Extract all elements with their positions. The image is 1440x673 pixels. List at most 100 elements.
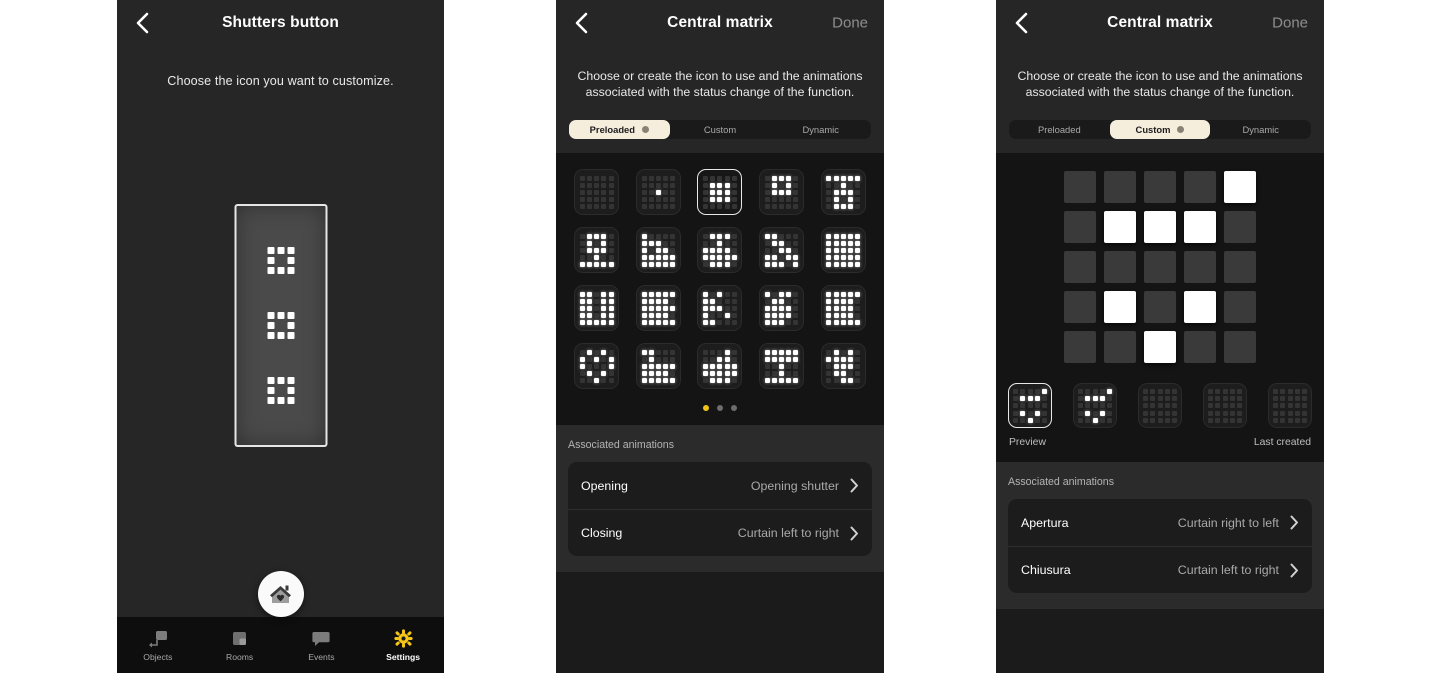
icon-led <box>840 291 846 297</box>
icon-tile-8[interactable] <box>759 227 805 274</box>
icon-led <box>826 305 832 311</box>
icon-led <box>579 189 585 195</box>
tab-rooms[interactable]: Rooms <box>199 628 281 662</box>
back-button[interactable] <box>566 8 596 38</box>
thumbnail-4[interactable] <box>1268 383 1312 429</box>
icon-tile-10[interactable] <box>574 285 620 332</box>
icon-tile-9[interactable] <box>820 227 866 274</box>
icon-tile-17[interactable] <box>697 343 743 390</box>
editor-cell-4-2[interactable] <box>1144 331 1176 364</box>
icon-tile-14[interactable] <box>820 285 866 332</box>
editor-cell-3-3[interactable] <box>1184 291 1216 324</box>
chevron-left-icon <box>1015 12 1028 34</box>
segment-preloaded[interactable]: Preloaded <box>569 120 670 140</box>
page-dot-0[interactable] <box>703 405 709 412</box>
editor-cell-4-4[interactable] <box>1224 331 1256 364</box>
matrix-editor-grid[interactable] <box>996 171 1324 364</box>
icon-tile-13[interactable] <box>759 285 805 332</box>
icon-tile-6[interactable] <box>635 227 681 274</box>
icon-led <box>655 371 661 377</box>
segment-dynamic[interactable]: Dynamic <box>770 120 871 139</box>
icon-tile-19[interactable] <box>820 343 866 390</box>
page-dot-2[interactable] <box>731 405 737 412</box>
editor-cell-1-4[interactable] <box>1224 211 1256 244</box>
thumbnail-led <box>1301 410 1307 416</box>
segment-custom[interactable]: Custom <box>1109 120 1211 140</box>
device-matrix-icon-top[interactable] <box>267 247 294 274</box>
editor-cell-0-1[interactable] <box>1104 171 1136 204</box>
editor-cell-1-2[interactable] <box>1144 211 1176 244</box>
icon-tile-7[interactable] <box>697 227 743 274</box>
icon-tile-5[interactable] <box>574 227 620 274</box>
back-button[interactable] <box>1006 8 1036 38</box>
editor-cell-2-2[interactable] <box>1144 251 1176 284</box>
tab-settings[interactable]: Settings <box>362 628 444 662</box>
device-matrix-icon-middle[interactable] <box>267 312 294 339</box>
icon-led <box>663 255 669 261</box>
animation-row-opening[interactable]: Opening Opening shutter <box>568 462 872 509</box>
page-dot-1[interactable] <box>717 405 723 412</box>
animations-card: Opening Opening shutter Closing Curtain … <box>568 462 872 557</box>
icon-led <box>771 363 777 369</box>
editor-cell-2-3[interactable] <box>1184 251 1216 284</box>
home-button[interactable] <box>257 571 304 617</box>
icon-tile-1[interactable] <box>635 169 681 216</box>
editor-cell-1-0[interactable] <box>1064 211 1096 244</box>
editor-cell-4-3[interactable] <box>1184 331 1216 364</box>
icon-tile-12[interactable] <box>697 285 743 332</box>
thumbnail-0[interactable] <box>1008 383 1052 429</box>
icon-tile-18[interactable] <box>759 343 805 390</box>
done-button[interactable]: Done <box>1272 15 1308 32</box>
icon-tile-2[interactable] <box>697 169 743 216</box>
icon-led <box>731 349 737 355</box>
editor-cell-3-1[interactable] <box>1104 291 1136 324</box>
thumbnail-led <box>1287 410 1293 416</box>
editor-cell-0-4[interactable] <box>1224 171 1256 204</box>
editor-cell-2-0[interactable] <box>1064 251 1096 284</box>
editor-cell-4-1[interactable] <box>1104 331 1136 364</box>
editor-cell-2-4[interactable] <box>1224 251 1256 284</box>
icon-led <box>724 298 730 304</box>
editor-cell-0-2[interactable] <box>1144 171 1176 204</box>
tab-objects[interactable]: Objects <box>117 628 199 662</box>
segment-custom[interactable]: Custom <box>670 120 771 139</box>
thumbnail-led <box>1041 410 1047 416</box>
icon-tile-4[interactable] <box>820 169 866 216</box>
editor-cell-3-2[interactable] <box>1144 291 1176 324</box>
icon-led <box>826 247 832 253</box>
thumbnail-led <box>1273 417 1279 423</box>
icon-tile-16[interactable] <box>635 343 681 390</box>
animation-row-closing[interactable]: Closing Curtain left to right <box>568 509 872 556</box>
tab-events[interactable]: Events <box>281 628 363 662</box>
editor-cell-3-0[interactable] <box>1064 291 1096 324</box>
editor-cell-2-1[interactable] <box>1104 251 1136 284</box>
device-led <box>287 312 294 319</box>
segment-dynamic[interactable]: Dynamic <box>1210 120 1311 139</box>
back-button[interactable] <box>127 8 157 38</box>
animation-row-apertura[interactable]: Apertura Curtain right to left <box>1008 499 1312 546</box>
editor-cell-3-4[interactable] <box>1224 291 1256 324</box>
editor-cell-0-0[interactable] <box>1064 171 1096 204</box>
icon-led <box>786 255 792 261</box>
icon-tile-11[interactable] <box>635 285 681 332</box>
thumbnail-2[interactable] <box>1138 383 1182 429</box>
editor-cell-4-0[interactable] <box>1064 331 1096 364</box>
thumbnail-3[interactable] <box>1203 383 1247 429</box>
done-button[interactable]: Done <box>832 15 868 32</box>
icon-led <box>833 356 839 362</box>
events-icon <box>312 628 331 648</box>
icon-tile-0[interactable] <box>574 169 620 216</box>
led-matrix-5x5 <box>826 233 861 268</box>
thumbnail-1[interactable] <box>1073 383 1117 429</box>
icon-led <box>786 233 792 239</box>
editor-cell-1-3[interactable] <box>1184 211 1216 244</box>
device-matrix-icon-bottom[interactable] <box>267 377 294 404</box>
icon-tile-15[interactable] <box>574 343 620 390</box>
icon-tile-3[interactable] <box>759 169 805 216</box>
editor-cell-1-1[interactable] <box>1104 211 1136 244</box>
icon-led <box>663 262 669 268</box>
animation-row-chiusura[interactable]: Chiusura Curtain left to right <box>1008 546 1312 593</box>
segment-preloaded[interactable]: Preloaded <box>1009 120 1110 139</box>
icon-led <box>724 313 730 319</box>
editor-cell-0-3[interactable] <box>1184 171 1216 204</box>
